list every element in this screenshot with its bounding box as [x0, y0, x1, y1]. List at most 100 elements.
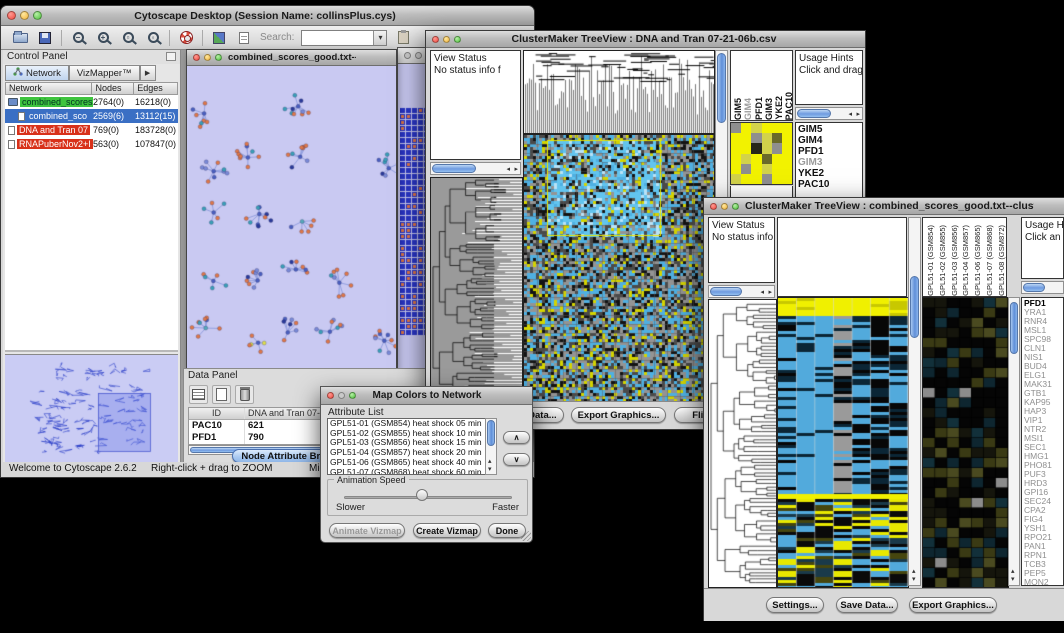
export-graphics-button[interactable]: Export Graphics... — [571, 407, 666, 423]
column-header-nodes[interactable]: Nodes — [92, 82, 134, 95]
scrollbar-thumb[interactable] — [797, 109, 831, 118]
zoom-button[interactable] — [349, 392, 356, 399]
tv2-row-dendrogram[interactable] — [708, 299, 777, 588]
scroll-left-icon[interactable]: ◂ — [506, 166, 510, 173]
scroll-up-icon[interactable]: ▴ — [1011, 568, 1015, 575]
minimize-button[interactable] — [338, 392, 345, 399]
minimize-button[interactable] — [415, 52, 422, 59]
dialog-titlebar[interactable]: Map Colors to Network — [321, 387, 532, 405]
scrollbar-thumb[interactable] — [432, 164, 476, 173]
tab-network[interactable]: Network — [5, 65, 69, 81]
move-down-button[interactable]: ∨ — [503, 453, 530, 466]
save-session-icon[interactable] — [36, 29, 54, 47]
annotation-icon[interactable] — [235, 29, 253, 47]
close-button[interactable] — [193, 54, 200, 61]
treeview1-titlebar[interactable]: ClusterMaker TreeView : DNA and Tran 07-… — [426, 31, 865, 48]
treeview2-titlebar[interactable]: ClusterMaker TreeView : combined_scores_… — [704, 198, 1064, 215]
scroll-right-icon[interactable]: ▸ — [856, 111, 860, 118]
scrollbar-thumb[interactable] — [1010, 302, 1018, 354]
attribute-list-vscrollbar[interactable]: ▴ ▾ — [485, 418, 497, 475]
help-lifesaver-icon[interactable] — [177, 29, 195, 47]
minimize-button[interactable] — [721, 203, 728, 210]
vizmapper-icon[interactable] — [210, 29, 228, 47]
zoom-selected-icon[interactable]: ◦ — [144, 29, 162, 47]
scroll-left-icon[interactable]: ◂ — [760, 289, 764, 296]
zoom-in-icon[interactable]: + — [94, 29, 112, 47]
scrollbar-thumb[interactable] — [717, 53, 726, 123]
scroll-right-icon[interactable]: ▸ — [768, 289, 772, 296]
animation-speed-slider[interactable] — [344, 496, 512, 499]
scroll-down-icon[interactable]: ▾ — [912, 576, 916, 583]
column-header-network[interactable]: Network — [5, 82, 92, 95]
scrollbar-thumb[interactable] — [910, 276, 919, 338]
create-vizmap-button[interactable]: Create Vizmap — [413, 523, 481, 538]
tv2-right-hscrollbar[interactable] — [1021, 281, 1064, 294]
animate-vizmap-button[interactable]: Animate Vizmap — [329, 523, 405, 538]
network-tree-row[interactable]: combined_sco2569(6)13112(15) — [5, 109, 178, 123]
minimize-button[interactable] — [204, 54, 211, 61]
tab-overflow-arrow[interactable]: ▶ — [140, 65, 156, 81]
search-box[interactable]: ▾ — [301, 30, 387, 46]
close-button[interactable] — [7, 11, 16, 20]
open-session-icon[interactable] — [11, 29, 29, 47]
attribute-list-item[interactable]: GPL51-07 (GSM868) heat shock 60 min — [328, 468, 496, 475]
zoom-out-icon[interactable]: − — [69, 29, 87, 47]
scroll-up-icon[interactable]: ▴ — [912, 568, 916, 575]
slider-thumb[interactable] — [416, 489, 428, 501]
zoom-button[interactable] — [732, 203, 739, 210]
table-mode-icon[interactable] — [189, 385, 208, 404]
tv1-right-hscrollbar[interactable]: ◂ ▸ — [795, 107, 863, 120]
scroll-left-icon[interactable]: ◂ — [848, 111, 852, 118]
scroll-down-icon[interactable]: ▾ — [488, 466, 492, 473]
close-button[interactable] — [710, 203, 717, 210]
close-button[interactable] — [432, 36, 439, 43]
settings-button[interactable]: Settings... — [766, 597, 824, 613]
new-attribute-icon[interactable] — [212, 385, 231, 404]
network-tree-row[interactable]: combined_scores2764(0)16218(0) — [5, 95, 178, 109]
tv1-row-dendrogram[interactable] — [430, 177, 523, 403]
overview-canvas[interactable] — [6, 357, 178, 461]
tv2-left-hscrollbar[interactable]: ◂ ▸ — [708, 285, 775, 298]
search-config-icon[interactable] — [394, 29, 412, 47]
save-data-button[interactable]: Save Data... — [836, 597, 898, 613]
scrollbar-thumb[interactable] — [487, 420, 495, 446]
column-header-edges[interactable]: Edges — [134, 82, 178, 95]
scroll-down-icon[interactable]: ▾ — [1011, 576, 1015, 583]
tv2-zoom-heatmap[interactable] — [922, 297, 1009, 588]
done-button[interactable]: Done — [488, 523, 526, 538]
search-dropdown-icon[interactable]: ▾ — [373, 31, 386, 45]
export-graphics-button[interactable]: Export Graphics... — [909, 597, 997, 613]
zoom-fit-icon[interactable]: ▫ — [119, 29, 137, 47]
main-titlebar[interactable]: Cytoscape Desktop (Session Name: collins… — [1, 6, 534, 26]
tv1-column-dendrogram[interactable] — [523, 50, 715, 134]
network-view1-titlebar[interactable]: combined_scores_good.txt--cluste... — [187, 50, 396, 66]
tv2-gene-vscrollbar[interactable]: ▴ ▾ — [1008, 297, 1020, 586]
network-tree-row[interactable]: RNAPuberNov2+I563(0)107847(0) — [5, 137, 178, 151]
network-overview-panel[interactable] — [5, 354, 178, 464]
gene-label[interactable]: MON2 — [1024, 578, 1063, 586]
delete-attribute-icon[interactable] — [235, 385, 254, 404]
scroll-right-icon[interactable]: ▸ — [514, 166, 518, 173]
tv1-mini-heatmap[interactable] — [730, 122, 793, 185]
search-input[interactable] — [302, 32, 373, 44]
zoom-button[interactable] — [33, 11, 42, 20]
minimize-button[interactable] — [20, 11, 29, 20]
close-button[interactable] — [327, 392, 334, 399]
tab-vizmapper[interactable]: VizMapper™ — [69, 65, 140, 81]
close-button[interactable] — [404, 52, 411, 59]
scrollbar-thumb[interactable] — [1023, 283, 1045, 292]
tv1-left-hscrollbar[interactable]: ◂ ▸ — [430, 162, 521, 175]
scrollbar-thumb[interactable] — [710, 287, 742, 296]
tv2-heatmap[interactable] — [777, 297, 909, 588]
attribute-list[interactable]: GPL51-01 (GSM854) heat shock 05 minGPL51… — [327, 418, 497, 475]
minimize-button[interactable] — [443, 36, 450, 43]
tv2-vscrollbar[interactable]: ▴ ▾ — [908, 217, 921, 586]
scroll-up-icon[interactable]: ▴ — [488, 458, 492, 465]
zoom-button[interactable] — [454, 36, 461, 43]
move-up-button[interactable]: ∧ — [503, 431, 530, 444]
zoom-button[interactable] — [215, 54, 222, 61]
tv1-heatmap[interactable] — [523, 134, 715, 402]
network1-canvas[interactable] — [187, 66, 396, 370]
network-tree-row[interactable]: DNA and Tran 07769(0)183728(0) — [5, 123, 178, 137]
float-panel-icon[interactable] — [166, 52, 176, 61]
